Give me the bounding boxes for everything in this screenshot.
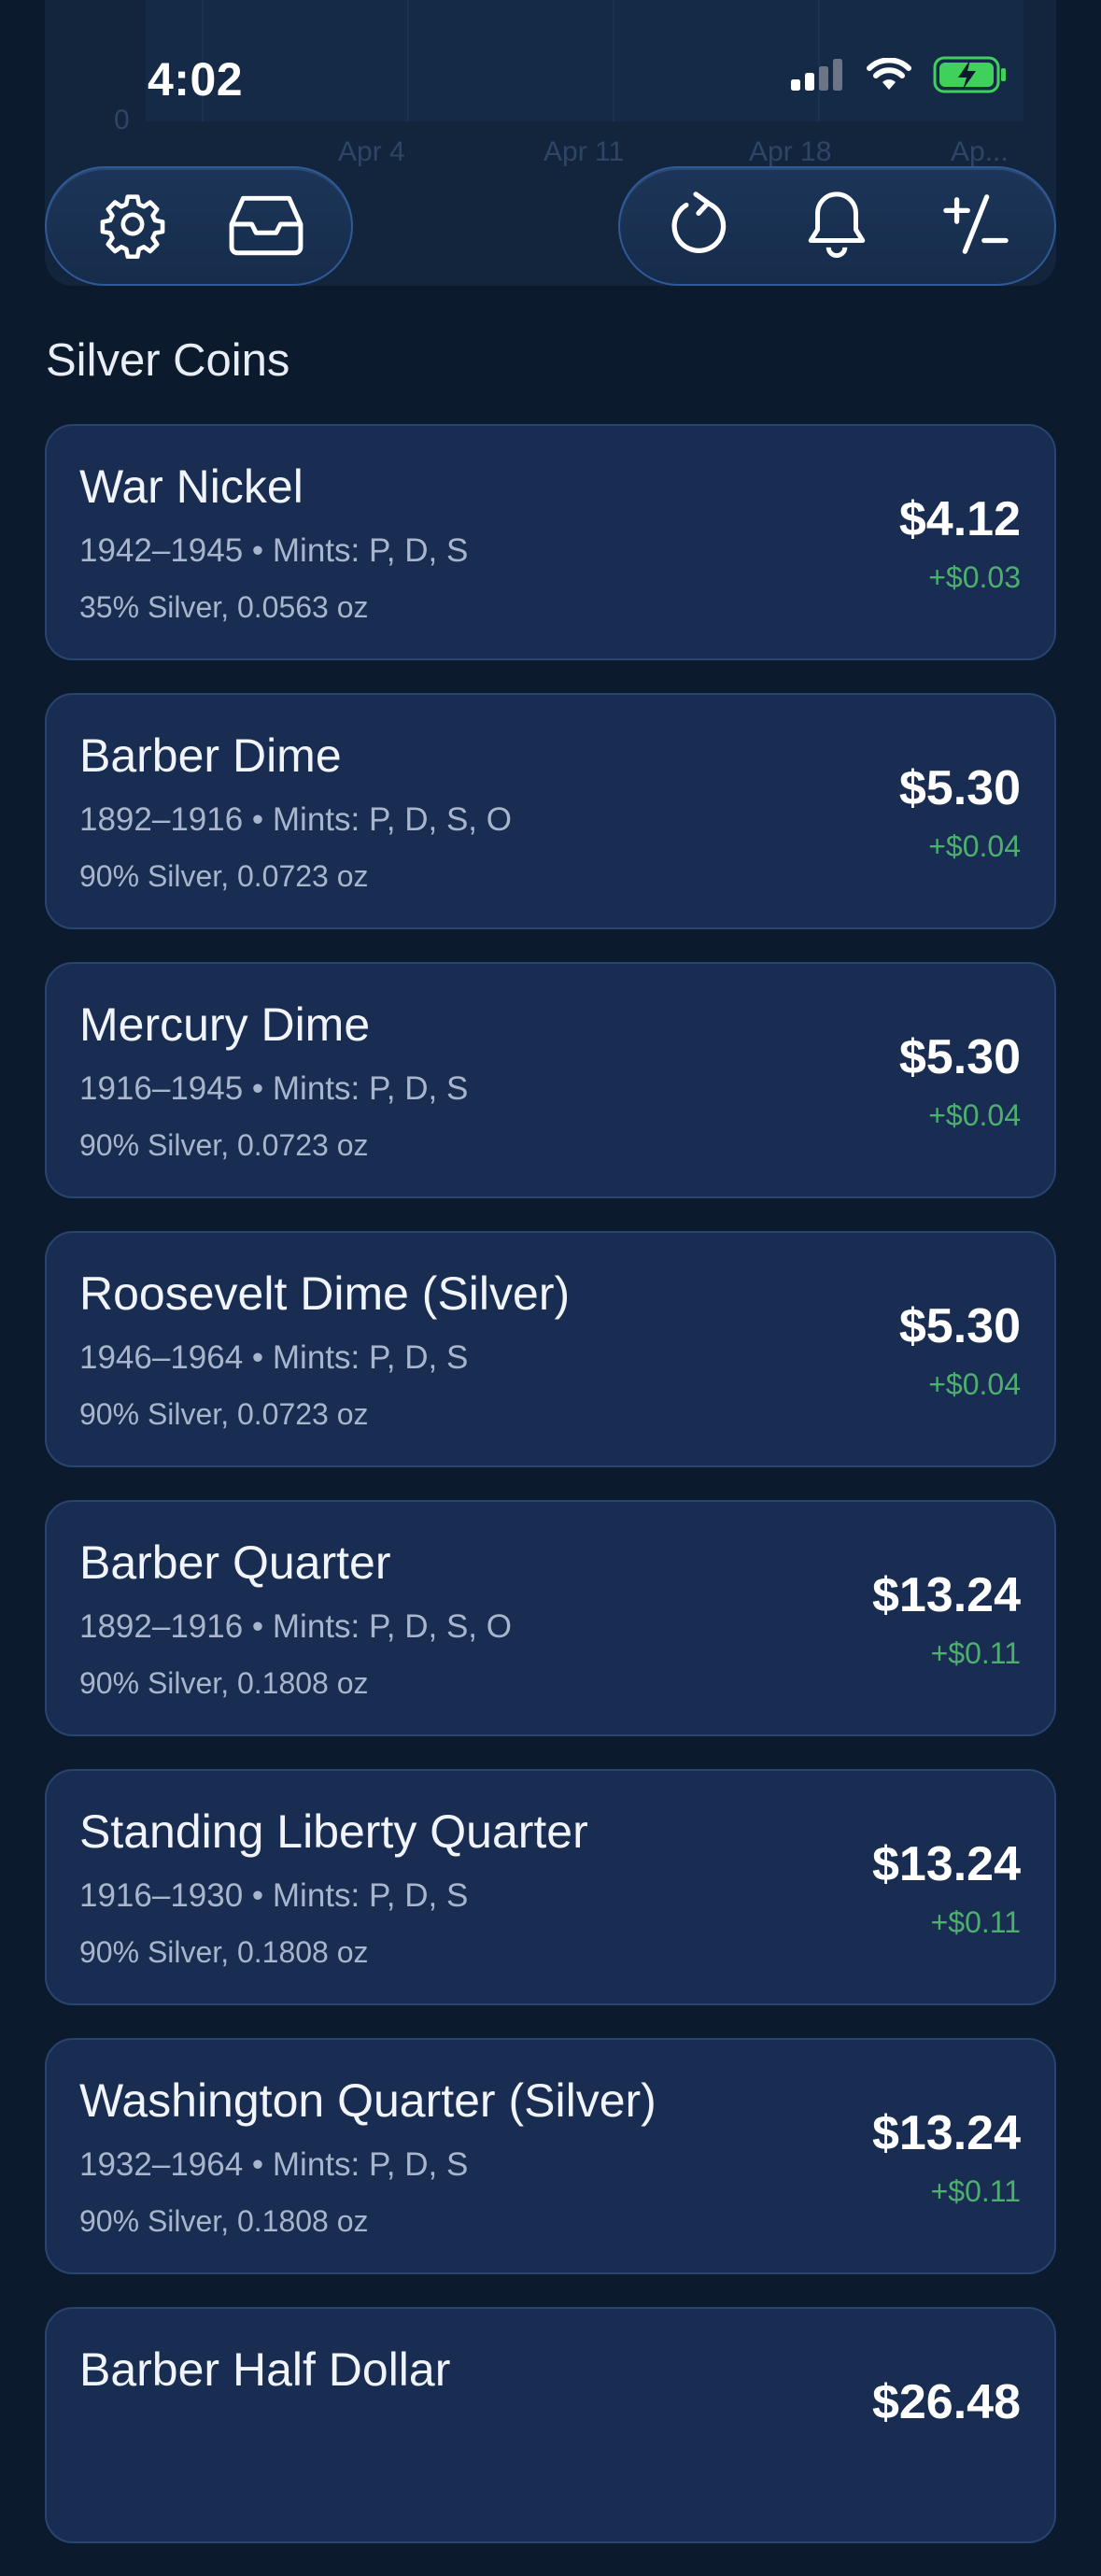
chart-gridline (407, 0, 409, 121)
coin-card[interactable]: Barber Quarter 1892–1916 • Mints: P, D, … (45, 1500, 1056, 1736)
coin-name: Mercury Dime (79, 998, 371, 1051)
coin-card[interactable]: Barber Dime 1892–1916 • Mints: P, D, S, … (45, 693, 1056, 929)
coin-years-mints: 1942–1945 • Mints: P, D, S (79, 532, 469, 569)
coin-name: Barber Dime (79, 729, 342, 782)
alerts-button[interactable] (790, 179, 883, 273)
coin-years-mints: 1916–1930 • Mints: P, D, S (79, 1877, 469, 1914)
coin-name: Barber Half Dollar (79, 2343, 451, 2396)
coin-composition: 35% Silver, 0.0563 oz (79, 590, 369, 624)
coin-price-change: +$0.04 (928, 1367, 1021, 1401)
status-icons (791, 56, 1008, 98)
battery-charging-icon (933, 56, 1008, 98)
coin-price-change: +$0.11 (930, 2174, 1021, 2208)
coin-years-mints: 1892–1916 • Mints: P, D, S, O (79, 1608, 512, 1645)
inbox-button[interactable] (219, 179, 313, 273)
coin-name: Washington Quarter (Silver) (79, 2074, 656, 2127)
chart-x-tick: Ap... (951, 136, 1009, 167)
coin-name: Barber Quarter (79, 1536, 391, 1589)
bell-icon (806, 189, 868, 264)
chart-x-tick: Apr 4 (338, 136, 405, 167)
coin-years-mints: 1932–1964 • Mints: P, D, S (79, 2146, 469, 2183)
plus-minus-icon (943, 191, 1009, 262)
status-time: 4:02 (148, 53, 244, 106)
coin-card[interactable]: Standing Liberty Quarter 1916–1930 • Min… (45, 1769, 1056, 2005)
toolbar-left-group (45, 166, 353, 286)
coin-card[interactable]: War Nickel 1942–1945 • Mints: P, D, S 35… (45, 424, 1056, 660)
coin-years-mints: 1916–1945 • Mints: P, D, S (79, 1070, 469, 1107)
coin-name: Roosevelt Dime (Silver) (79, 1267, 571, 1320)
coin-card[interactable]: Roosevelt Dime (Silver) 1946–1964 • Mint… (45, 1231, 1056, 1467)
coin-composition: 90% Silver, 0.1808 oz (79, 1666, 369, 1700)
coin-composition: 90% Silver, 0.0723 oz (79, 1128, 369, 1162)
plus-minus-button[interactable] (929, 179, 1023, 273)
coin-price: $4.12 (898, 492, 1021, 546)
coin-list: War Nickel 1942–1945 • Mints: P, D, S 35… (45, 424, 1056, 2576)
coin-price-change: +$0.04 (928, 1098, 1021, 1132)
coin-price: $5.30 (898, 1299, 1021, 1353)
coin-price: $13.24 (871, 1837, 1021, 1891)
chart-x-tick: Apr 11 (543, 136, 625, 167)
coin-composition: 90% Silver, 0.1808 oz (79, 1935, 369, 1969)
coin-price: $13.24 (871, 2106, 1021, 2160)
section-title: Silver Coins (46, 335, 290, 386)
cellular-signal-icon (791, 59, 845, 95)
coin-card[interactable]: Mercury Dime 1916–1945 • Mints: P, D, S … (45, 962, 1056, 1198)
coin-price-change: +$0.11 (930, 1636, 1021, 1670)
refresh-button[interactable] (652, 179, 745, 273)
coin-name: Standing Liberty Quarter (79, 1805, 588, 1858)
gear-icon (98, 190, 167, 263)
toolbar-right-group (618, 166, 1056, 286)
coin-price-change: +$0.04 (928, 829, 1021, 863)
coin-composition: 90% Silver, 0.0723 oz (79, 859, 369, 893)
settings-button[interactable] (86, 179, 179, 273)
coin-price: $5.30 (898, 761, 1021, 815)
coin-name: War Nickel (79, 460, 303, 513)
refresh-icon (666, 189, 731, 264)
coin-card[interactable]: Barber Half Dollar $26.48 (45, 2307, 1056, 2543)
wifi-icon (866, 57, 912, 96)
chart-y-tick: 0 (114, 105, 130, 135)
chart-gridline (613, 0, 614, 121)
coin-years-mints: 1946–1964 • Mints: P, D, S (79, 1339, 469, 1376)
inbox-icon (229, 191, 303, 262)
coin-price-change: +$0.03 (928, 560, 1021, 594)
coin-price: $13.24 (871, 1568, 1021, 1622)
coin-composition: 90% Silver, 0.1808 oz (79, 2204, 369, 2238)
coin-years-mints: 1892–1916 • Mints: P, D, S, O (79, 801, 512, 838)
coin-price: $26.48 (871, 2375, 1021, 2429)
coin-price-change: +$0.11 (930, 1905, 1021, 1939)
coin-price: $5.30 (898, 1030, 1021, 1084)
coin-card[interactable]: Washington Quarter (Silver) 1932–1964 • … (45, 2038, 1056, 2274)
coin-composition: 90% Silver, 0.0723 oz (79, 1397, 369, 1431)
chart-x-tick: Apr 18 (749, 136, 832, 167)
